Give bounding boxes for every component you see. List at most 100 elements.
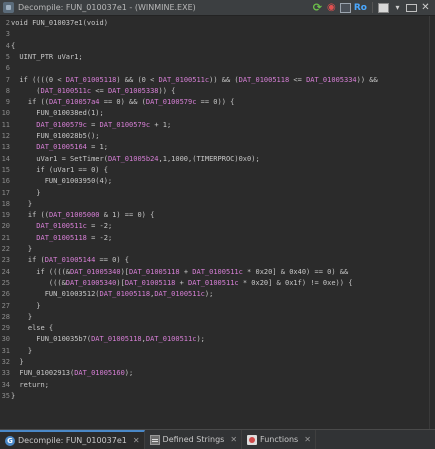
code-token[interactable]: ); [205, 290, 213, 298]
close-tab-icon[interactable]: ✕ [133, 436, 140, 445]
snapshot-icon[interactable]: ◉ [326, 2, 337, 14]
read-only-button[interactable]: Ro [354, 2, 367, 14]
global-variable-token[interactable]: DAT_0100511c [192, 268, 243, 276]
code-token[interactable]: if ((((& [11, 268, 70, 276]
global-variable-token[interactable]: DAT_0100511c [188, 279, 239, 287]
code-token[interactable]: FUN_01003512( [11, 290, 100, 298]
code-token[interactable]: } [11, 358, 23, 366]
code-token[interactable]: FUN_01003950(4); [11, 177, 112, 185]
global-variable-token[interactable]: DAT_0100579c [36, 121, 87, 129]
code-token[interactable]: else { [11, 324, 53, 332]
code-token[interactable]: == 0)) { [196, 98, 235, 106]
code-token[interactable]: )) { [159, 87, 176, 95]
code-token[interactable]: ( [11, 87, 40, 95]
code-token[interactable]: FUN_01002913( [11, 369, 74, 377]
global-variable-token[interactable]: DAT_01005118 [239, 76, 290, 84]
tab-defined-strings[interactable]: Defined Strings ✕ [145, 430, 243, 449]
code-token[interactable]: ); [125, 369, 133, 377]
code-token[interactable]: <= [91, 87, 108, 95]
code-token[interactable]: } [11, 313, 32, 321]
code-line[interactable]: 33 FUN_01002913(DAT_01005160); [0, 368, 426, 378]
code-token[interactable]: if (( [11, 98, 49, 106]
code-token[interactable]: + [175, 279, 188, 287]
global-variable-token[interactable]: DAT_01005160 [74, 369, 125, 377]
code-line[interactable]: 10 FUN_010038ed(1); [0, 108, 426, 118]
global-variable-token[interactable]: DAT_0100579c [146, 98, 197, 106]
global-variable-token[interactable]: DAT_01005334 [306, 76, 357, 84]
code-token[interactable]: + [180, 268, 193, 276]
code-token[interactable]: = 1; [87, 143, 108, 151]
code-line[interactable]: 25 (((&DAT_01005340)[DAT_01005118 + DAT_… [0, 278, 426, 288]
global-variable-token[interactable]: DAT_0100511c [41, 87, 92, 95]
code-line[interactable]: 26 FUN_01003512(DAT_01005118,DAT_0100511… [0, 289, 426, 299]
global-variable-token[interactable]: DAT_01005340 [66, 279, 117, 287]
code-line[interactable]: 32 } [0, 357, 426, 367]
code-line[interactable]: 20 DAT_0100511c = -2; [0, 221, 426, 231]
code-token[interactable]: == 0) && ( [100, 98, 146, 106]
global-variable-token[interactable]: DAT_0100511c [36, 222, 87, 230]
code-line[interactable]: 16 FUN_01003950(4); [0, 176, 426, 186]
code-token[interactable]: UINT_PTR uVar1; [11, 53, 82, 61]
code-line[interactable]: 15 if (uVar1 == 0) { [0, 165, 426, 175]
code-token[interactable]: void FUN_010037e1(void) [11, 19, 108, 27]
code-line[interactable]: 27 } [0, 301, 426, 311]
code-line[interactable]: 5 UINT_PTR uVar1; [0, 52, 426, 62]
decompiler-editor[interactable]: 2void FUN_010037e1(void) 3 4{5 UINT_PTR uV… [0, 16, 431, 429]
global-variable-token[interactable]: DAT_01005118 [129, 268, 180, 276]
code-line[interactable]: 2void FUN_010037e1(void) [0, 18, 426, 28]
close-tab-icon[interactable]: ✕ [230, 435, 237, 444]
code-token[interactable]: } [11, 245, 32, 253]
code-token[interactable]: * 0x20] & 0x40) == 0) && [243, 268, 348, 276]
code-token[interactable]: )[ [121, 268, 129, 276]
tab-functions[interactable]: Functions ✕ [242, 430, 316, 449]
code-line[interactable]: 34 return; [0, 380, 426, 390]
global-variable-token[interactable]: DAT_01005340 [70, 268, 121, 276]
code-token[interactable]: ); [196, 335, 204, 343]
global-variable-token[interactable]: DAT_01005118 [66, 76, 117, 84]
code-token[interactable]: == 0) { [95, 256, 130, 264]
global-variable-token[interactable]: DAT_0100511c [146, 335, 197, 343]
code-token[interactable]: )) && [357, 76, 378, 84]
export-icon[interactable] [378, 2, 389, 13]
code-token[interactable]: FUN_010038ed(1); [11, 109, 103, 117]
code-token[interactable]: * 0x20] & 0x1f) != 0xe)) { [239, 279, 353, 287]
maximize-icon[interactable] [406, 3, 417, 12]
code-token[interactable]: & 1) == 0) { [100, 211, 155, 219]
global-variable-token[interactable]: DAT_01005118 [125, 279, 176, 287]
code-token[interactable]: FUN_010028b5(); [11, 132, 99, 140]
code-token[interactable]: } [11, 347, 32, 355]
code-token[interactable]: if (uVar1 == 0) { [11, 166, 108, 174]
global-variable-token[interactable]: DAT_01005338 [108, 87, 159, 95]
code-token[interactable]: uVar1 = SetTimer( [11, 155, 108, 163]
code-token[interactable]: ,1,1000,(TIMERPROC)0x0); [159, 155, 260, 163]
code-token[interactable]: if (( [11, 211, 49, 219]
code-token[interactable]: ) && (0 < [116, 76, 158, 84]
code-token[interactable]: } [11, 392, 15, 400]
code-line[interactable]: 11 DAT_0100579c = DAT_0100579c + 1; [0, 120, 426, 130]
code-line[interactable]: 23 if (DAT_01005144 == 0) { [0, 255, 426, 265]
code-line[interactable]: 12 FUN_010028b5(); [0, 131, 426, 141]
menu-dropdown-icon[interactable]: ▾ [392, 2, 403, 14]
global-variable-token[interactable]: DAT_01005b24 [108, 155, 159, 163]
code-token[interactable]: if ((((0 < [11, 76, 66, 84]
code-line[interactable]: 22 } [0, 244, 426, 254]
code-line[interactable]: 28 } [0, 312, 426, 322]
code-line[interactable]: 24 if ((((&DAT_01005340)[DAT_01005118 + … [0, 267, 426, 277]
code-token[interactable]: } [11, 302, 40, 310]
global-variable-token[interactable]: DAT_01005000 [49, 211, 100, 219]
code-line[interactable]: 4{ [0, 41, 426, 51]
global-variable-token[interactable]: DAT_0100579c [100, 121, 151, 129]
code-view[interactable]: 2void FUN_010037e1(void) 3 4{5 UINT_PTR uV… [0, 16, 426, 429]
global-variable-token[interactable]: DAT_01005118 [100, 290, 151, 298]
tab-decompile[interactable]: G Decompile: FUN_010037e1 ✕ [0, 430, 145, 449]
code-token[interactable]: if ( [11, 256, 45, 264]
global-variable-token[interactable]: DAT_01005118 [91, 335, 142, 343]
code-line[interactable]: 21 DAT_01005118 = -2; [0, 233, 426, 243]
code-line[interactable]: 29 else { [0, 323, 426, 333]
code-line[interactable]: 18 } [0, 199, 426, 209]
code-token[interactable] [11, 121, 36, 129]
code-line[interactable]: 30 FUN_010035b7(DAT_01005118,DAT_0100511… [0, 334, 426, 344]
code-line[interactable]: 31 } [0, 346, 426, 356]
global-variable-token[interactable]: DAT_010057a4 [49, 98, 100, 106]
code-line[interactable]: 17 } [0, 188, 426, 198]
